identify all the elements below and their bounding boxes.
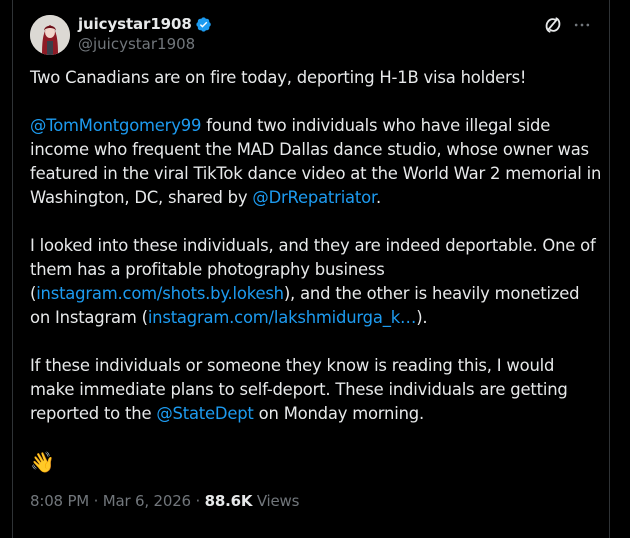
paragraph-5: 👋 xyxy=(30,450,602,476)
paragraph-3-text-3: ). xyxy=(416,308,428,327)
avatar[interactable] xyxy=(30,15,70,55)
verified-badge-icon[interactable] xyxy=(195,16,212,33)
more-icon[interactable] xyxy=(572,15,592,35)
mention-drrepatriator[interactable]: @DrRepatriator xyxy=(252,188,376,207)
post-card: juicystar1908 @juicystar1908 Two Canadia… xyxy=(12,0,610,538)
waving-hand-emoji: 👋 xyxy=(30,450,55,474)
avatar-image xyxy=(30,15,70,55)
post-time[interactable]: 8:08 PM xyxy=(30,492,89,510)
header-actions xyxy=(543,15,592,35)
paragraph-4-text-2: on Monday morning. xyxy=(253,404,425,423)
display-name[interactable]: juicystar1908 xyxy=(78,15,192,33)
paragraph-2-text-2: . xyxy=(375,188,381,207)
grok-icon[interactable] xyxy=(543,15,563,35)
views-count[interactable]: 88.6K xyxy=(205,492,253,510)
paragraph-2: @TomMontgomery99 found two individuals w… xyxy=(30,114,602,210)
link-instagram-lokesh[interactable]: instagram.com/shots.by.lokesh xyxy=(36,284,284,303)
post-header: juicystar1908 @juicystar1908 xyxy=(30,15,609,59)
post-meta: 8:08 PM · Mar 6, 2026 · 88.6K Views xyxy=(30,492,299,510)
author-names: juicystar1908 @juicystar1908 xyxy=(78,15,212,53)
paragraph-4: If these individuals or someone they kno… xyxy=(30,354,602,426)
post-text: Two Canadians are on fire today, deporti… xyxy=(30,66,602,500)
mention-statedept[interactable]: @StateDept xyxy=(156,404,254,423)
meta-separator: · xyxy=(89,492,103,510)
link-instagram-lakshmidurga[interactable]: instagram.com/lakshmidurga_k… xyxy=(148,308,417,327)
handle[interactable]: @juicystar1908 xyxy=(78,35,212,53)
post-date[interactable]: Mar 6, 2026 xyxy=(103,492,191,510)
mention-tommontgomery99[interactable]: @TomMontgomery99 xyxy=(30,116,201,135)
paragraph-1: Two Canadians are on fire today, deporti… xyxy=(30,68,527,87)
meta-separator: · xyxy=(190,492,205,510)
views-label: Views xyxy=(252,492,300,510)
paragraph-3: I looked into these individuals, and the… xyxy=(30,234,602,330)
